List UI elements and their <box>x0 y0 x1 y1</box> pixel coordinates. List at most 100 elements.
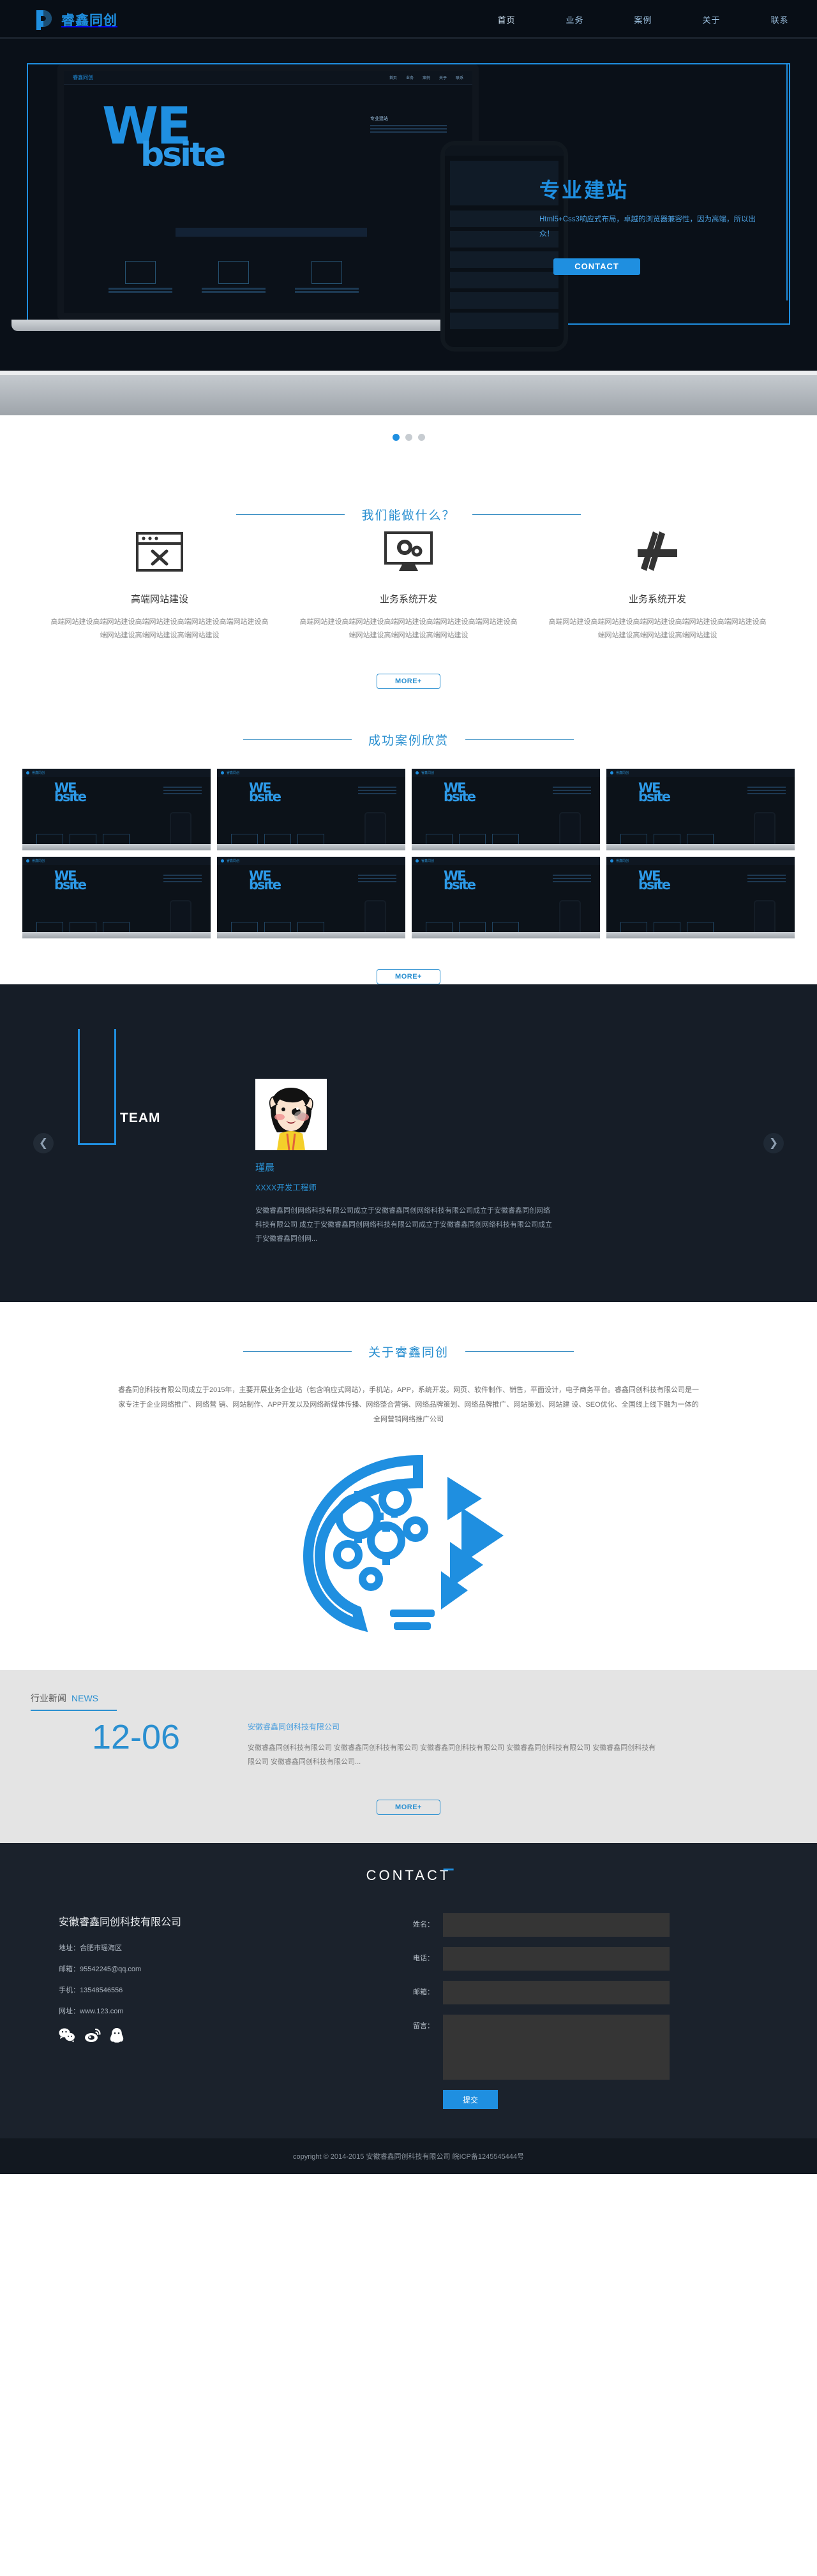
mockup-nav-item: 首页 <box>389 77 397 80</box>
case-card-headline: WE bsite <box>232 869 281 892</box>
phone-input[interactable] <box>443 1947 670 1971</box>
wechat-icon[interactable] <box>59 2027 75 2047</box>
case-card[interactable]: 睿鑫同创 WE bsite <box>606 768 795 850</box>
case-card-bar: 睿鑫同创 <box>412 856 600 865</box>
case-card-base <box>412 931 600 938</box>
case-card-bar: 睿鑫同创 <box>217 856 405 865</box>
news-item[interactable]: 12-06 安徽睿鑫同创科技有限公司 安徽睿鑫同创科技有限公司 安徽睿鑫同创科技… <box>0 1717 817 1769</box>
news-heading-en: NEWS <box>71 1693 98 1704</box>
case-card-bar: 睿鑫同创 <box>22 768 211 777</box>
chevron-left-icon: ❮ <box>38 1136 49 1149</box>
case-card[interactable]: 睿鑫同创 WE bsite <box>412 768 600 850</box>
service-desc: 高端网站建设高端网站建设高端网站建设高端网站建设高端网站建设高端网站建设高端网站… <box>50 618 269 640</box>
case-card-logo: 睿鑫同创 <box>421 771 435 775</box>
services-heading: 我们能做什么？ <box>0 492 817 523</box>
case-card[interactable]: 睿鑫同创 WE bsite <box>412 856 600 938</box>
monitor-gears-icon <box>298 523 519 581</box>
services-more-wrap: MORE+ <box>0 643 817 689</box>
case-card-headline-bottom: bsite <box>249 877 281 892</box>
case-card-bar: 睿鑫同创 <box>22 856 211 865</box>
about-illustration-wrap <box>0 1427 817 1670</box>
case-card-bar: 睿鑫同创 <box>217 768 405 777</box>
team-brace-decoration <box>78 1028 116 1145</box>
case-card-side <box>747 786 786 796</box>
team-prev-button[interactable]: ❮ <box>33 1132 54 1153</box>
heading-rule-right <box>465 739 574 740</box>
case-card-base <box>412 843 600 850</box>
news-more-wrap: MORE+ <box>0 1769 817 1816</box>
case-card-side <box>747 874 786 884</box>
case-card-side <box>553 874 591 884</box>
weibo-icon[interactable] <box>84 2027 101 2047</box>
service-title: 高端网站建设 <box>130 594 188 605</box>
news-body: 安徽睿鑫同创科技有限公司 安徽睿鑫同创科技有限公司 安徽睿鑫同创科技有限公司 安… <box>241 1717 786 1769</box>
message-textarea[interactable] <box>443 2015 670 2080</box>
brand-logo-link[interactable]: 睿鑫同创 <box>35 9 117 31</box>
nav-item-about[interactable]: 关于 <box>677 13 746 26</box>
qq-icon[interactable] <box>110 2027 124 2047</box>
case-card-base <box>22 931 211 938</box>
news-more-button[interactable]: MORE+ <box>377 1800 440 1816</box>
news-heading: 行业新闻 NEWS <box>31 1692 817 1705</box>
carousel-dot-3[interactable] <box>417 433 425 441</box>
hero-desk-surface <box>0 371 817 415</box>
team-content: TEAM 瑾晨 XXXX开发工程师 安徽睿鑫同创网络科技有限公司成立于安徽睿鑫同… <box>57 1028 760 1246</box>
case-card[interactable]: 睿鑫同创 WE bsite <box>22 768 211 850</box>
cases-heading: 成功案例欣赏 <box>0 717 817 748</box>
news-title[interactable]: 安徽睿鑫同创科技有限公司 <box>248 1721 786 1732</box>
browser-tools-icon <box>49 523 270 581</box>
nav-item-home[interactable]: 首页 <box>472 13 541 26</box>
service-title: 业务系统开发 <box>379 594 437 605</box>
contact-section: CONTACT 安徽睿鑫同创科技有限公司 地址：合肥市瑶海区 邮箱：955422… <box>0 1843 817 2139</box>
heading-rule-right <box>465 1351 574 1352</box>
carousel-dot-2[interactable] <box>405 433 412 441</box>
case-card-logo: 睿鑫同创 <box>421 859 435 863</box>
news-summary: 安徽睿鑫同创科技有限公司 安徽睿鑫同创科技有限公司 安徽睿鑫同创科技有限公司 安… <box>248 1744 656 1766</box>
mockup-nav-item: 业务 <box>405 77 414 80</box>
nav-item-contact[interactable]: 联系 <box>746 13 814 26</box>
case-card[interactable]: 睿鑫同创 WE bsite <box>217 768 405 850</box>
news-heading-zh: 行业新闻 <box>31 1693 66 1704</box>
hero-title: 专业建站 <box>539 179 629 202</box>
hero-subtitle: Html5+Css3响应式布局，卓越的浏览器兼容性，因为高端，所以出众！ <box>539 216 756 238</box>
field-email: 邮箱： <box>389 1981 785 2005</box>
case-card-base <box>606 843 795 850</box>
contact-info: 安徽睿鑫同创科技有限公司 地址：合肥市瑶海区 邮箱：95542245@qq.co… <box>32 1913 389 2109</box>
name-input[interactable] <box>443 1913 670 1937</box>
news-section: 行业新闻 NEWS 12-06 安徽睿鑫同创科技有限公司 安徽睿鑫同创科技有限公司… <box>0 1670 817 1844</box>
services-section: 我们能做什么？ 高端网站建设 高端网站建设高端网站建设高端网站建设高端网站建设高… <box>0 459 817 689</box>
team-member-desc: 安徽睿鑫同创网络科技有限公司成立于安徽睿鑫同创网络科技有限公司成立于安徽睿鑫同创… <box>255 1206 553 1243</box>
case-card-bar: 睿鑫同创 <box>606 856 795 865</box>
mockup-side-rule <box>370 128 447 130</box>
carousel-dot-1[interactable] <box>392 433 400 441</box>
case-card[interactable]: 睿鑫同创 WE bsite <box>606 856 795 938</box>
service-card-system[interactable]: 业务系统开发 高端网站建设高端网站建设高端网站建设高端网站建设高端网站建设高端网… <box>284 523 533 643</box>
team-next-button[interactable]: ❯ <box>763 1132 784 1153</box>
nav-item-business[interactable]: 业务 <box>541 13 609 26</box>
carousel-dots <box>0 415 817 459</box>
cases-more-button[interactable]: MORE+ <box>377 968 440 984</box>
service-card-website[interactable]: 高端网站建设 高端网站建设高端网站建设高端网站建设高端网站建设高端网站建设高端网… <box>35 523 284 643</box>
field-phone-label: 电话： <box>413 1955 434 1963</box>
hero-contact-button[interactable]: CONTACT <box>553 258 640 275</box>
brand-logo-icon <box>35 9 56 31</box>
mockup-card <box>289 261 365 294</box>
case-card-headline-bottom: bsite <box>54 877 87 892</box>
submit-button[interactable]: 提交 <box>443 2090 498 2110</box>
field-name: 姓名： <box>389 1913 785 1937</box>
cases-grid: 睿鑫同创 WE bsite 睿鑫同创 WE bsite 睿鑫同创 WE bsite 睿鑫同创 WE b… <box>0 748 817 938</box>
service-card-app[interactable]: 业务系统开发 高端网站建设高端网站建设高端网站建设高端网站建设高端网站建设高端网… <box>533 523 782 643</box>
nav-item-cases[interactable]: 案例 <box>609 13 677 26</box>
case-card[interactable]: 睿鑫同创 WE bsite <box>217 856 405 938</box>
mockup-nav-item: 关于 <box>438 77 447 80</box>
app-store-icon <box>547 523 768 581</box>
field-phone: 电话： <box>389 1947 785 1971</box>
case-card-bar: 睿鑫同创 <box>412 768 600 777</box>
email-input[interactable] <box>443 1981 670 2005</box>
case-card-headline: WE bsite <box>38 781 87 803</box>
case-card-phone <box>559 899 581 936</box>
services-more-button[interactable]: MORE+ <box>377 673 440 689</box>
case-card[interactable]: 睿鑫同创 WE bsite <box>22 856 211 938</box>
case-card-base <box>22 843 211 850</box>
cases-more-wrap: MORE+ <box>0 938 817 984</box>
